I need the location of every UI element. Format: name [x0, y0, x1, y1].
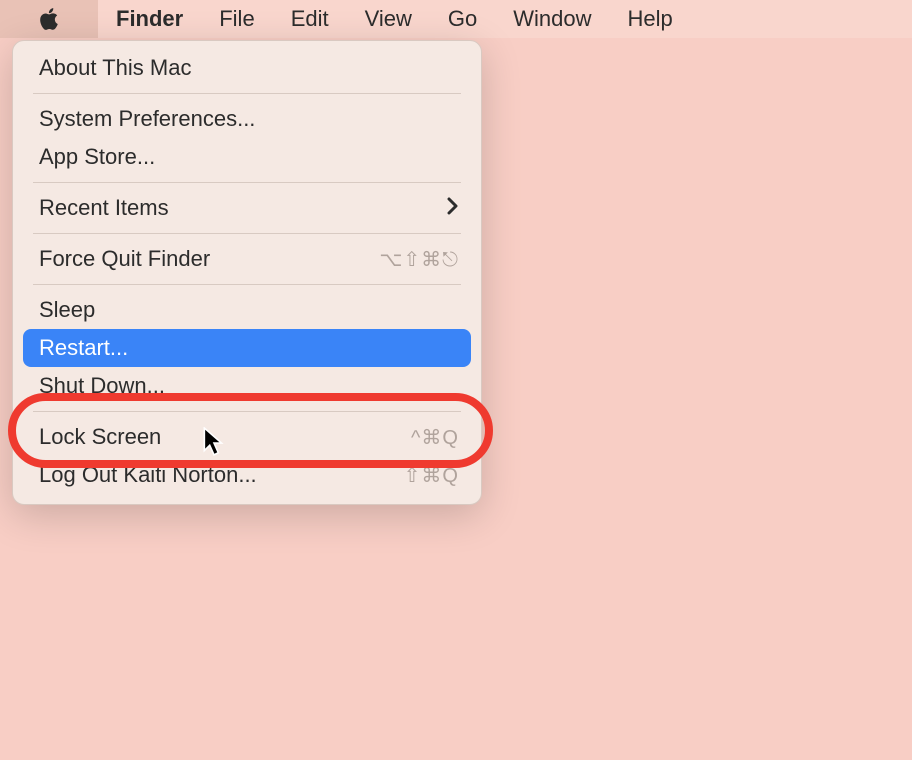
menu-separator	[33, 182, 461, 183]
menubar-item-help[interactable]: Help	[610, 0, 691, 38]
menubar-item-window[interactable]: Window	[495, 0, 609, 38]
menu-item-label: Recent Items	[39, 195, 447, 221]
menubar-item-edit[interactable]: Edit	[273, 0, 347, 38]
menubar-item-file[interactable]: File	[201, 0, 272, 38]
menu-item-label: App Store...	[39, 144, 459, 170]
menu-item-sleep[interactable]: Sleep	[13, 291, 481, 329]
menu-item-label: Restart...	[39, 335, 459, 361]
menu-item-app-store[interactable]: App Store...	[13, 138, 481, 176]
keyboard-shortcut: ⇧⌘Q	[404, 463, 459, 488]
menu-item-shut-down[interactable]: Shut Down...	[13, 367, 481, 405]
menu-item-system-preferences[interactable]: System Preferences...	[13, 100, 481, 138]
menu-item-log-out[interactable]: Log Out Kaiti Norton... ⇧⌘Q	[13, 456, 481, 494]
menu-item-label: System Preferences...	[39, 106, 459, 132]
menu-separator	[33, 93, 461, 94]
menu-item-recent-items[interactable]: Recent Items	[13, 189, 481, 227]
chevron-right-icon	[447, 195, 459, 221]
menu-item-about-this-mac[interactable]: About This Mac	[13, 49, 481, 87]
menu-separator	[33, 233, 461, 234]
menubar: Finder File Edit View Go Window Help	[0, 0, 912, 38]
keyboard-shortcut: ^⌘Q	[411, 425, 459, 450]
menu-item-label: Lock Screen	[39, 424, 411, 450]
menu-item-force-quit[interactable]: Force Quit Finder ⌥⇧⌘⎋	[13, 240, 481, 278]
apple-logo-icon	[36, 6, 62, 32]
menu-item-label: Sleep	[39, 297, 459, 323]
menubar-item-go[interactable]: Go	[430, 0, 495, 38]
menu-item-label: About This Mac	[39, 55, 459, 81]
menubar-item-view[interactable]: View	[347, 0, 430, 38]
menu-item-label: Shut Down...	[39, 373, 459, 399]
menu-item-lock-screen[interactable]: Lock Screen ^⌘Q	[13, 418, 481, 456]
menu-item-label: Log Out Kaiti Norton...	[39, 462, 404, 488]
menu-separator	[33, 411, 461, 412]
menu-separator	[33, 284, 461, 285]
menu-item-label: Force Quit Finder	[39, 246, 379, 272]
apple-menu-dropdown: About This Mac System Preferences... App…	[12, 40, 482, 505]
apple-menu-button[interactable]	[0, 0, 98, 38]
keyboard-shortcut: ⌥⇧⌘⎋	[379, 247, 459, 272]
menu-item-restart[interactable]: Restart...	[23, 329, 471, 367]
menubar-app-name[interactable]: Finder	[98, 0, 201, 38]
